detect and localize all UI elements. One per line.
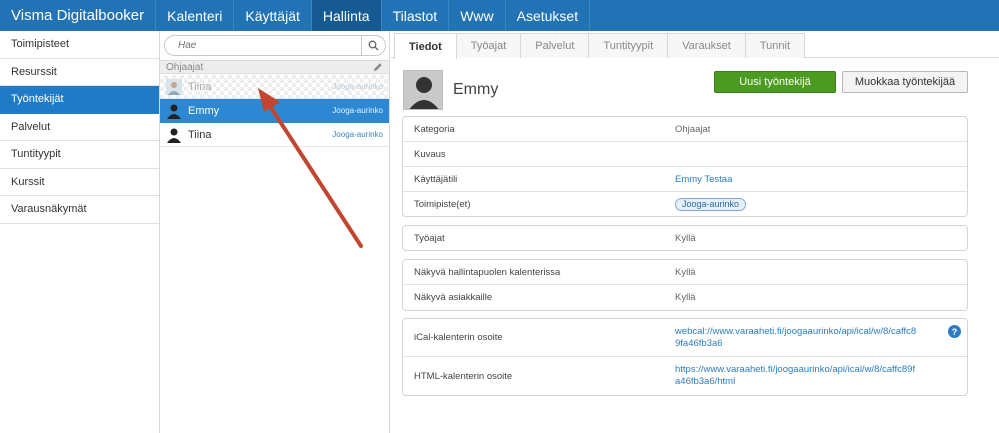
detail-row-kuvaus: Kuvaus xyxy=(403,142,967,167)
tab-tiedot[interactable]: Tiedot xyxy=(394,33,457,59)
nav-hallinta[interactable]: Hallinta xyxy=(311,0,382,31)
ical-url-link[interactable]: webcal://www.varaaheti.fi/joogaaurinko/a… xyxy=(675,326,916,349)
person-icon xyxy=(167,128,181,143)
sidebar-item-tuntityypit[interactable]: Tuntityypit xyxy=(0,141,159,169)
tab-tuntityypit[interactable]: Tuntityypit xyxy=(588,33,669,58)
detail-label: Toimipiste(et) xyxy=(414,198,471,210)
detail-label: HTML-kalenterin osoite xyxy=(414,370,513,382)
pencil-icon[interactable] xyxy=(373,62,383,72)
sidebar-item-palvelut[interactable]: Palvelut xyxy=(0,114,159,141)
top-nav: Visma Digitalbooker Kalenteri Käyttäjät … xyxy=(0,0,999,31)
list-item-selected[interactable]: Emmy Jooga-aurinko xyxy=(160,99,389,123)
detail-label: Käyttäjätili xyxy=(414,173,458,185)
edit-employee-button[interactable]: Muokkaa työntekijää xyxy=(842,71,968,93)
tab-varaukset[interactable]: Varaukset xyxy=(667,33,746,58)
user-account-link[interactable]: Emmy Testaa xyxy=(675,174,732,185)
detail-row-ical: iCal-kalenterin osoite webcal://www.vara… xyxy=(403,319,967,357)
details-card-basic: Kategoria Ohjaajat Kuvaus Käyttäjätili E… xyxy=(402,116,968,217)
location-badge[interactable]: Jooga-aurinko xyxy=(675,197,747,211)
detail-label: Kuvaus xyxy=(414,148,446,160)
nav-tilastot[interactable]: Tilastot xyxy=(382,0,450,31)
sidebar-item-kurssit[interactable]: Kurssit xyxy=(0,169,159,196)
url-line: 9fa46fb3a6 xyxy=(675,337,723,349)
sidebar: Toimipisteet Resurssit Työntekijät Palve… xyxy=(0,31,160,433)
search-button[interactable] xyxy=(361,36,385,55)
tab-bar: Tiedot Työajat Palvelut Tuntityypit Vara… xyxy=(391,31,999,59)
list-item-name: Tiina xyxy=(188,80,212,93)
search-input[interactable] xyxy=(165,36,361,55)
list-item-location: Jooga-aurinko xyxy=(332,130,383,139)
nav-kayttajat[interactable]: Käyttäjät xyxy=(234,0,312,31)
details-card-calendars: iCal-kalenterin osoite webcal://www.vara… xyxy=(402,318,968,396)
employee-details-panel: Tiedot Työajat Palvelut Tuntityypit Vara… xyxy=(391,31,999,433)
list-item-location: Jooga-aurinko xyxy=(332,82,383,91)
detail-label: Kategoria xyxy=(414,123,455,135)
list-item[interactable]: Tiina Jooga-aurinko xyxy=(160,123,389,147)
detail-row-kayttajatili: Käyttäjätili Emmy Testaa xyxy=(403,167,967,192)
detail-row-visible-customers: Näkyvä asiakkaille Kyllä xyxy=(403,285,967,310)
avatar xyxy=(403,70,443,110)
help-icon[interactable]: ? xyxy=(948,325,961,338)
photo-avatar-icon xyxy=(166,78,182,95)
list-item-dragging[interactable]: Tiina Jooga-aurinko xyxy=(160,75,389,99)
detail-label: Näkyvä asiakkaille xyxy=(414,292,493,303)
detail-row-html-calendar: HTML-kalenterin osoite https://www.varaa… xyxy=(403,357,967,395)
employee-list-panel: Ohjaajat Tiina Jooga-aurinko Emmy Jooga-… xyxy=(160,31,390,433)
person-icon xyxy=(167,104,181,119)
tab-tyoajat[interactable]: Työajat xyxy=(455,33,522,58)
new-employee-button[interactable]: Uusi työntekijä xyxy=(714,71,836,93)
detail-value: Kyllä xyxy=(675,292,696,303)
html-calendar-url-link[interactable]: https://www.varaaheti.fi/joogaaurinko/ap… xyxy=(675,364,915,387)
sidebar-item-varausnakymat[interactable]: Varausnäkymät xyxy=(0,196,159,224)
details-card-visibility: Näkyvä hallintapuolen kalenterissa Kyllä… xyxy=(402,259,968,311)
employee-name: Emmy xyxy=(453,81,499,98)
group-header: Ohjaajat xyxy=(160,60,389,74)
nav-www[interactable]: Www xyxy=(449,0,506,31)
detail-label: Näkyvä hallintapuolen kalenterissa xyxy=(414,266,561,278)
detail-row-visible-admin: Näkyvä hallintapuolen kalenterissa Kyllä xyxy=(403,260,967,285)
detail-value: Ohjaajat xyxy=(675,123,711,135)
search-box xyxy=(164,35,386,56)
detail-row-kategoria: Kategoria Ohjaajat xyxy=(403,117,967,142)
detail-value: Kyllä xyxy=(675,266,696,278)
nav-asetukset[interactable]: Asetukset xyxy=(506,0,591,31)
sidebar-item-tyontekijat[interactable]: Työntekijät xyxy=(0,86,159,114)
url-line: https://www.varaaheti.fi/joogaaurinko/ap… xyxy=(675,364,916,375)
url-line: webcal://www.varaaheti.fi/joogaaurinko/a… xyxy=(675,325,917,337)
detail-row-toimipisteet: Toimipiste(et) Jooga-aurinko xyxy=(403,192,967,216)
detail-label: Työajat xyxy=(414,232,445,244)
tab-palvelut[interactable]: Palvelut xyxy=(520,33,590,58)
person-icon xyxy=(404,71,442,109)
sidebar-item-toimipisteet[interactable]: Toimipisteet xyxy=(0,31,159,59)
detail-value: Kyllä xyxy=(675,232,696,244)
nav-kalenteri[interactable]: Kalenteri xyxy=(156,0,235,31)
detail-label: iCal-kalenterin osoite xyxy=(414,332,503,343)
detail-row-tyoajat: Työajat Kyllä xyxy=(403,226,967,250)
tab-tunnit[interactable]: Tunnit xyxy=(744,33,806,58)
group-label: Ohjaajat xyxy=(166,61,204,73)
list-item-location: Jooga-aurinko xyxy=(332,106,383,115)
brand-logo[interactable]: Visma Digitalbooker xyxy=(0,0,157,31)
list-item-name: Emmy xyxy=(188,104,220,117)
details-card-worktime: Työajat Kyllä xyxy=(402,225,968,251)
list-item-name: Tiina xyxy=(188,128,212,141)
url-line: a46fb3a6/html xyxy=(675,376,736,387)
search-icon xyxy=(368,40,379,51)
sidebar-item-resurssit[interactable]: Resurssit xyxy=(0,59,159,86)
